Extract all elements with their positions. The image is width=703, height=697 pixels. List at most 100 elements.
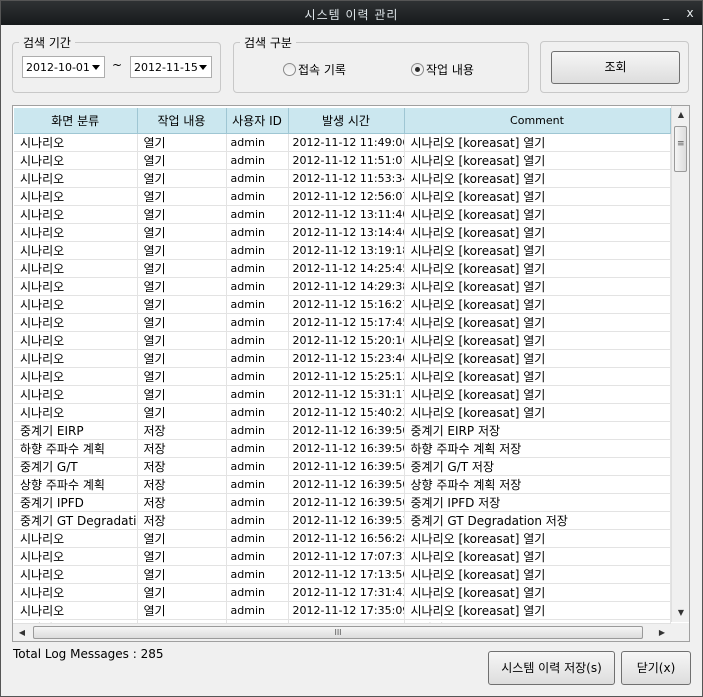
- save-history-button[interactable]: 시스템 이력 저장(s): [488, 651, 615, 685]
- cell-action: 열기: [137, 385, 227, 404]
- cell-screen: 시나리오: [14, 547, 138, 566]
- cell-screen: 시나리오: [14, 331, 138, 350]
- cell-screen: 중계기 GT Degradation: [14, 511, 138, 530]
- table-row[interactable]: 시나리오 열기 admin 2012-11-12 15:25:13 시나리오 [kore…: [14, 367, 671, 386]
- search-type-legend: 검색 구분: [244, 36, 292, 50]
- cell-action: 열기: [137, 367, 227, 386]
- window-title: 시스템 이력 관리: [304, 8, 399, 22]
- cell-comment: 시나리오 [koreasat] 열기: [404, 385, 671, 404]
- horizontal-scroll-thumb[interactable]: III: [33, 626, 643, 639]
- cell-user: admin: [226, 385, 289, 404]
- table-row[interactable]: 시나리오 열기 admin 2012-11-12 15:23:40 시나리오 [kore…: [14, 349, 671, 368]
- cell-screen: 시나리오: [14, 133, 138, 152]
- table-row[interactable]: 시나리오 열기 admin 2012-11-12 11:53:34 시나리오 [kore…: [14, 169, 671, 188]
- cell-screen: 상향 주파수 계획: [14, 475, 138, 494]
- cell-screen: 시나리오: [14, 529, 138, 548]
- total-log-count: Total Log Messages : 285: [13, 647, 164, 661]
- cell-action: 열기: [137, 169, 227, 188]
- table-row[interactable]: 시나리오 열기 admin 2012-11-12 16:56:28 시나리오 [kore…: [14, 529, 671, 548]
- cell-comment: 시나리오 [koreasat] 열기: [404, 151, 671, 170]
- cell-comment: 하향 주파수 계획 저장: [404, 439, 671, 458]
- radio-access-log[interactable]: 접속 기록: [283, 61, 346, 78]
- table-row[interactable]: 시나리오 열기 admin 2012-11-12 13:11:40 시나리오 [kore…: [14, 205, 671, 224]
- table-row[interactable]: 시나리오 열기 admin 2012-11-12 17:13:56 시나리오 [kore…: [14, 565, 671, 584]
- table-row[interactable]: 시나리오 열기 admin 2012-11-12 11:49:06 시나리오 [kore…: [14, 133, 671, 152]
- close-button[interactable]: 닫기(x): [621, 651, 691, 685]
- cell-screen: 시나리오: [14, 187, 138, 206]
- table-row[interactable]: 시나리오 열기 admin 2012-11-12 12:56:07 시나리오 [kore…: [14, 187, 671, 206]
- table-row[interactable]: 중계기 G/T 저장 admin 2012-11-12 16:39:50 중계기 G/T…: [14, 457, 671, 476]
- start-date-combo[interactable]: 2012-10-01: [22, 56, 105, 78]
- table-row[interactable]: 시나리오 열기 admin 2012-11-12 15:40:23 시나리오 [kore…: [14, 403, 671, 422]
- vertical-scroll-thumb[interactable]: [674, 126, 687, 172]
- cell-screen: 시나리오: [14, 259, 138, 278]
- table-row[interactable]: 상향 주파수 계획 저장 admin 2012-11-12 16:39:50 상향 주파…: [14, 475, 671, 494]
- column-header-screen[interactable]: 화면 분류: [14, 108, 138, 134]
- cell-comment: 중계기 IPFD 저장: [404, 493, 671, 512]
- cell-action: 저장: [137, 439, 227, 458]
- cell-screen: 시나리오: [14, 151, 138, 170]
- close-icon[interactable]: x: [681, 4, 699, 22]
- table-row[interactable]: 시나리오 열기 admin 2012-11-12 15:31:17 시나리오 [kore…: [14, 385, 671, 404]
- cell-action: 열기: [137, 187, 227, 206]
- cell-user: admin: [226, 565, 289, 584]
- table-row[interactable]: 시나리오 열기 admin 2012-11-12 15:20:16 시나리오 [kore…: [14, 331, 671, 350]
- scroll-up-icon[interactable]: ▲: [672, 106, 689, 124]
- radio-work-content[interactable]: 작업 내용: [411, 61, 474, 78]
- column-header-user[interactable]: 사용자 ID: [226, 108, 289, 134]
- cell-action: 저장: [137, 511, 227, 530]
- table-row[interactable]: 시나리오 열기 admin 2012-11-12 17:31:43 시나리오 [kore…: [14, 583, 671, 602]
- horizontal-scrollbar[interactable]: ◀ III ▶: [13, 623, 671, 641]
- cell-comment: 시나리오 [koreasat] 열기: [404, 133, 671, 152]
- column-header-time[interactable]: 발생 시간: [288, 108, 405, 134]
- column-header-comment[interactable]: Comment: [404, 108, 671, 134]
- table-row[interactable]: 시나리오 열기 admin 2012-11-12 13:19:18 시나리오 [kore…: [14, 241, 671, 260]
- cell-action: 열기: [137, 349, 227, 368]
- cell-comment: 중계기 G/T 저장: [404, 457, 671, 476]
- cell-time: 2012-11-12 16:39:50: [288, 475, 405, 494]
- cell-user: admin: [226, 169, 289, 188]
- vertical-scrollbar[interactable]: ▲ ▼: [671, 106, 689, 622]
- cell-action: 저장: [137, 457, 227, 476]
- table-row[interactable]: 시나리오 열기 admin 2012-11-12 11:51:07 시나리오 [kore…: [14, 151, 671, 170]
- cell-time: 2012-11-12 16:39:50: [288, 493, 405, 512]
- scroll-left-icon[interactable]: ◀: [13, 624, 31, 641]
- radio-checked-icon[interactable]: [411, 63, 424, 76]
- chevron-down-icon[interactable]: [92, 65, 100, 70]
- cell-action: 열기: [137, 205, 227, 224]
- cell-time: 2012-11-12 13:11:40: [288, 205, 405, 224]
- table-row[interactable]: 시나리오 열기 admin 2012-11-12 14:29:38 시나리오 [kore…: [14, 277, 671, 296]
- cell-user: admin: [226, 331, 289, 350]
- cell-user: admin: [226, 259, 289, 278]
- radio-work-label: 작업 내용: [426, 63, 474, 77]
- column-header-action[interactable]: 작업 내용: [137, 108, 227, 134]
- table-row[interactable]: 시나리오 열기 admin 2012-11-12 14:25:45 시나리오 [kore…: [14, 259, 671, 278]
- table-row[interactable]: 시나리오 열기 admin 2012-11-12 15:16:27 시나리오 [kore…: [14, 295, 671, 314]
- cell-user: admin: [226, 187, 289, 206]
- table-row[interactable]: 중계기 GT Degradation저장admin2012-11-12 16:3…: [14, 511, 671, 530]
- table-row[interactable]: 시나리오 열기 admin 2012-11-12 13:14:46 시나리오 [kore…: [14, 223, 671, 242]
- end-date-combo[interactable]: 2012-11-15: [130, 56, 212, 78]
- table-row[interactable]: 하향 주파수 계획 저장 admin 2012-11-12 16:39:50 하향 주파…: [14, 439, 671, 458]
- table-row[interactable]: 중계기 IPFD 저장 admin 2012-11-12 16:39:50 중계기 IP…: [14, 493, 671, 512]
- scroll-right-icon[interactable]: ▶: [653, 624, 671, 641]
- cell-user: admin: [226, 583, 289, 602]
- chevron-down-icon[interactable]: [199, 65, 207, 70]
- radio-unchecked-icon[interactable]: [283, 63, 296, 76]
- cell-comment: 시나리오 [koreasat] 열기: [404, 187, 671, 206]
- table-row[interactable]: 시나리오 열기 admin 2012-11-12 15:17:45 시나리오 [kore…: [14, 313, 671, 332]
- cell-user: admin: [226, 133, 289, 152]
- table-row[interactable]: 중계기 EIRP 저장 admin 2012-11-12 16:39:50 중계기 EI…: [14, 421, 671, 440]
- search-button[interactable]: 조회: [551, 51, 680, 84]
- table-row[interactable]: 시나리오 열기 admin 2012-11-12 17:35:09 시나리오 [kore…: [14, 601, 671, 620]
- cell-screen: 시나리오: [14, 349, 138, 368]
- cell-time: 2012-11-12 16:39:51: [288, 511, 405, 530]
- cell-action: 열기: [137, 277, 227, 296]
- cell-user: admin: [226, 529, 289, 548]
- scroll-down-icon[interactable]: ▼: [672, 604, 689, 622]
- cell-comment: 시나리오 [koreasat] 열기: [404, 349, 671, 368]
- date-separator: ~: [112, 58, 123, 72]
- cell-time: 2012-11-12 13:14:46: [288, 223, 405, 242]
- minimize-icon[interactable]: _: [657, 4, 675, 22]
- table-row[interactable]: 시나리오 열기 admin 2012-11-12 17:07:31 시나리오 [kore…: [14, 547, 671, 566]
